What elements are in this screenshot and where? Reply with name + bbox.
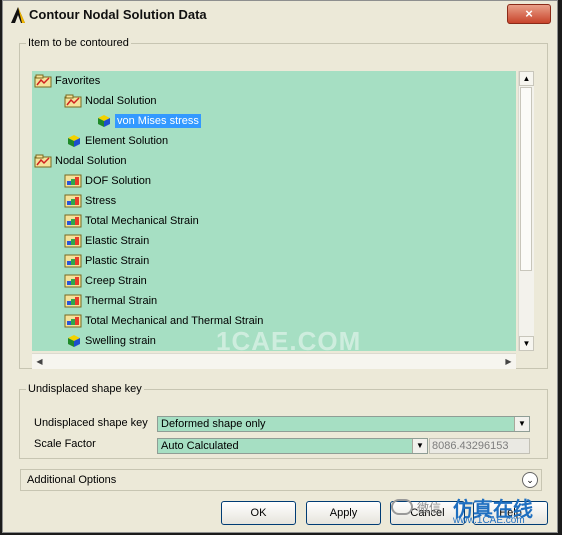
item-tree[interactable]: 1CAE.COM Favorites Nodal Solution von Mise…	[32, 71, 516, 351]
tree-item[interactable]: Favorites	[34, 71, 100, 91]
scroll-up-icon[interactable]: ▲	[519, 71, 534, 86]
tree-item-label: Nodal Solution	[85, 95, 157, 107]
undisplaced-shape-select[interactable]: Deformed shape only ▼	[157, 416, 530, 432]
tree-item-label: DOF Solution	[85, 175, 152, 187]
contour-icon	[64, 234, 85, 248]
tree-item[interactable]: Total Mechanical and Thermal Strain	[64, 311, 263, 331]
item-to-be-contoured-group: Item to be contoured 1CAE.COM Favorites N…	[19, 37, 548, 369]
scroll-right-icon[interactable]: ▶	[501, 354, 516, 369]
tree-item[interactable]: Creep Strain	[64, 271, 147, 291]
tree-item-label: Favorites	[55, 75, 101, 87]
contour-icon	[64, 274, 85, 288]
additional-options-bar[interactable]: Additional Options ⌄	[20, 469, 542, 491]
scale-factor-label: Scale Factor	[34, 438, 96, 450]
contour-icon	[64, 194, 85, 208]
tree-item[interactable]: Stress	[64, 191, 116, 211]
tree-item-label: Plastic Strain	[85, 255, 150, 267]
contour-icon	[64, 314, 85, 328]
cube-icon	[64, 334, 85, 348]
contour-icon	[64, 254, 85, 268]
contour-icon	[64, 294, 85, 308]
cube-icon	[64, 134, 85, 148]
tree-item-label: Total Mechanical Strain	[85, 215, 199, 227]
shape-group-legend: Undisplaced shape key	[28, 383, 142, 395]
tree-item[interactable]: DOF Solution	[64, 171, 151, 191]
contour-icon	[64, 214, 85, 228]
undisplaced-shape-group: Undisplaced shape key Undisplaced shape …	[19, 383, 548, 459]
tree-item-label: Total Mechanical and Thermal Strain	[85, 315, 264, 327]
tree-item[interactable]: Element Solution	[64, 131, 168, 151]
undisplaced-shape-label: Undisplaced shape key	[34, 417, 148, 429]
tree-item[interactable]: Swelling strain	[64, 331, 156, 351]
tree-item-label: Element Solution	[85, 135, 169, 147]
contour-icon	[64, 174, 85, 188]
tree-item-label: Nodal Solution	[55, 155, 127, 167]
additional-options-label: Additional Options	[27, 474, 117, 486]
scale-factor-select[interactable]: Auto Calculated ▼	[157, 438, 428, 454]
undisplaced-shape-value: Deformed shape only	[161, 418, 266, 430]
tree-item-label: Swelling strain	[85, 335, 156, 347]
dialog-window: Contour Nodal Solution Data × Item to be…	[2, 0, 558, 533]
title-bar[interactable]: Contour Nodal Solution Data ×	[3, 1, 557, 29]
tree-item-label: Elastic Strain	[85, 235, 150, 247]
scale-factor-value-field: 8086.43296153	[429, 438, 530, 454]
scale-mode-value: Auto Calculated	[161, 440, 239, 452]
tree-item[interactable]: Total Mechanical Strain	[64, 211, 199, 231]
tree-horizontal-scrollbar[interactable]: ◀ ▶	[32, 353, 516, 369]
tree-item[interactable]: Plastic Strain	[64, 251, 149, 271]
tree-item[interactable]: Nodal Solution	[64, 91, 157, 111]
item-group-legend: Item to be contoured	[28, 37, 129, 49]
tree-item[interactable]: Nodal Solution	[34, 151, 127, 171]
ansys-logo-icon	[11, 7, 25, 23]
folder-plot-icon	[34, 74, 55, 88]
watermark-weixin: 微信	[417, 501, 442, 515]
dropdown-arrow-icon[interactable]: ▼	[412, 439, 427, 453]
scroll-down-icon[interactable]: ▼	[519, 336, 534, 351]
tree-item[interactable]: Thermal Strain	[64, 291, 157, 311]
tree-item[interactable]: von Mises stress	[94, 111, 201, 131]
watermark-overlay: 微信 仿真在线 www.1CAE.com	[391, 493, 557, 527]
folder-plot-icon	[34, 154, 55, 168]
tree-item-label: von Mises stress	[115, 114, 201, 128]
watermark-url: www.1CAE.com	[453, 515, 525, 526]
apply-button[interactable]: Apply	[306, 501, 381, 525]
tree-item[interactable]: Elastic Strain	[64, 231, 149, 251]
tree-item-label: Thermal Strain	[85, 295, 158, 307]
scroll-thumb[interactable]	[520, 87, 532, 271]
tree-item-label: Creep Strain	[85, 275, 147, 287]
folder-plot-icon	[64, 94, 85, 108]
ok-button[interactable]: OK	[221, 501, 296, 525]
dropdown-arrow-icon[interactable]: ▼	[514, 417, 529, 431]
expand-chevron-icon[interactable]: ⌄	[522, 472, 538, 488]
tree-vertical-scrollbar[interactable]: ▲ ▼	[518, 71, 534, 351]
wechat-logo-icon	[391, 499, 413, 515]
scroll-left-icon[interactable]: ◀	[32, 354, 47, 369]
cube-icon	[94, 114, 115, 128]
tree-item-label: Stress	[85, 195, 117, 207]
window-title: Contour Nodal Solution Data	[29, 7, 207, 22]
close-button[interactable]: ×	[507, 4, 551, 24]
